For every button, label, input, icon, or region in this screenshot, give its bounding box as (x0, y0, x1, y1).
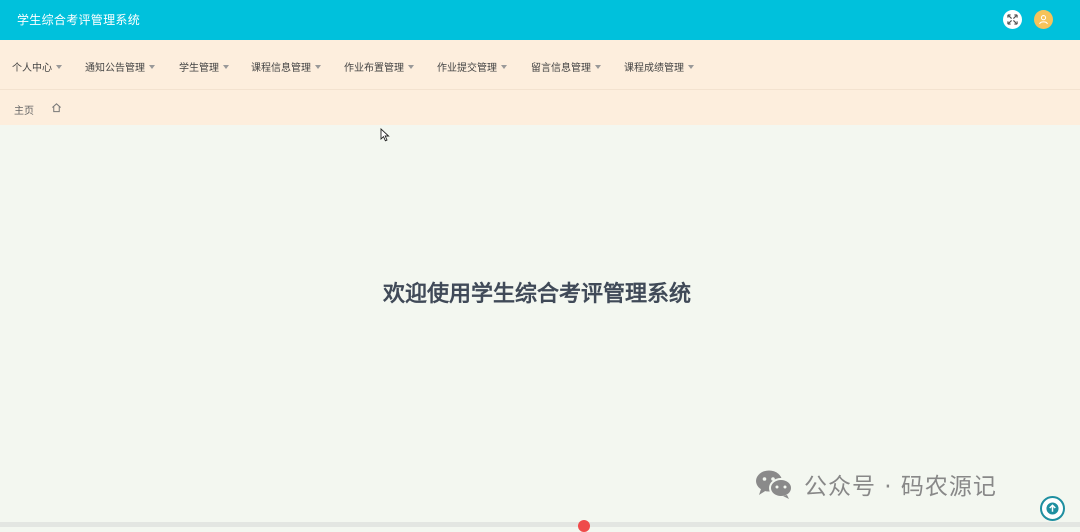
breadcrumb: 主页 (0, 90, 1080, 125)
top-header-bar: 学生综合考评管理系统 (0, 0, 1080, 40)
nav-item-label: 个人中心 (12, 63, 52, 74)
mouse-cursor-icon (380, 128, 390, 142)
arrow-up-icon (1046, 502, 1059, 515)
nav-item-label: 通知公告管理 (85, 63, 145, 74)
nav-item-label: 作业提交管理 (437, 63, 497, 74)
nav-item-message-management[interactable]: 留言信息管理 (531, 59, 601, 74)
welcome-heading: 欢迎使用学生综合考评管理系统 (382, 282, 691, 307)
caret-down-icon (315, 64, 321, 69)
back-to-top-button[interactable] (1040, 496, 1065, 521)
app-title: 学生综合考评管理系统 (17, 13, 141, 27)
user-avatar-button[interactable] (1034, 10, 1053, 29)
user-avatar-icon (1039, 15, 1048, 25)
nav-item-label: 学生管理 (179, 63, 219, 74)
recording-indicator (578, 520, 590, 532)
nav-item-label: 课程信息管理 (251, 63, 311, 74)
caret-down-icon (501, 64, 507, 69)
caret-down-icon (688, 64, 694, 69)
nav-item-course-info-management[interactable]: 课程信息管理 (251, 59, 321, 74)
breadcrumb-home-link[interactable]: 主页 (14, 102, 34, 117)
caret-down-icon (408, 64, 414, 69)
nav-item-notice-management[interactable]: 通知公告管理 (85, 59, 155, 74)
nav-item-homework-submit-management[interactable]: 作业提交管理 (437, 59, 507, 74)
watermark-text: 公众号 · 码农源记 (804, 474, 997, 500)
caret-down-icon (56, 64, 62, 69)
home-icon[interactable] (51, 102, 62, 113)
nav-item-student-management[interactable]: 学生管理 (179, 59, 229, 74)
wechat-icon (756, 470, 793, 499)
nav-item-label: 课程成绩管理 (624, 63, 684, 74)
main-navigation: 个人中心 通知公告管理 学生管理 课程信息管理 作业布置管理 作业提交管理 留言… (0, 40, 1080, 90)
nav-item-label: 留言信息管理 (531, 63, 591, 74)
nav-item-course-score-management[interactable]: 课程成绩管理 (624, 59, 694, 74)
caret-down-icon (149, 64, 155, 69)
fullscreen-icon (1007, 14, 1018, 25)
caret-down-icon (223, 64, 229, 69)
fullscreen-button[interactable] (1003, 10, 1022, 29)
nav-item-homework-assign-management[interactable]: 作业布置管理 (344, 59, 414, 74)
nav-item-label: 作业布置管理 (344, 63, 404, 74)
caret-down-icon (595, 64, 601, 69)
bottom-scroll-edge (0, 522, 1080, 527)
nav-item-personal-center[interactable]: 个人中心 (12, 59, 62, 74)
watermark: 公众号 · 码农源记 (754, 467, 997, 501)
